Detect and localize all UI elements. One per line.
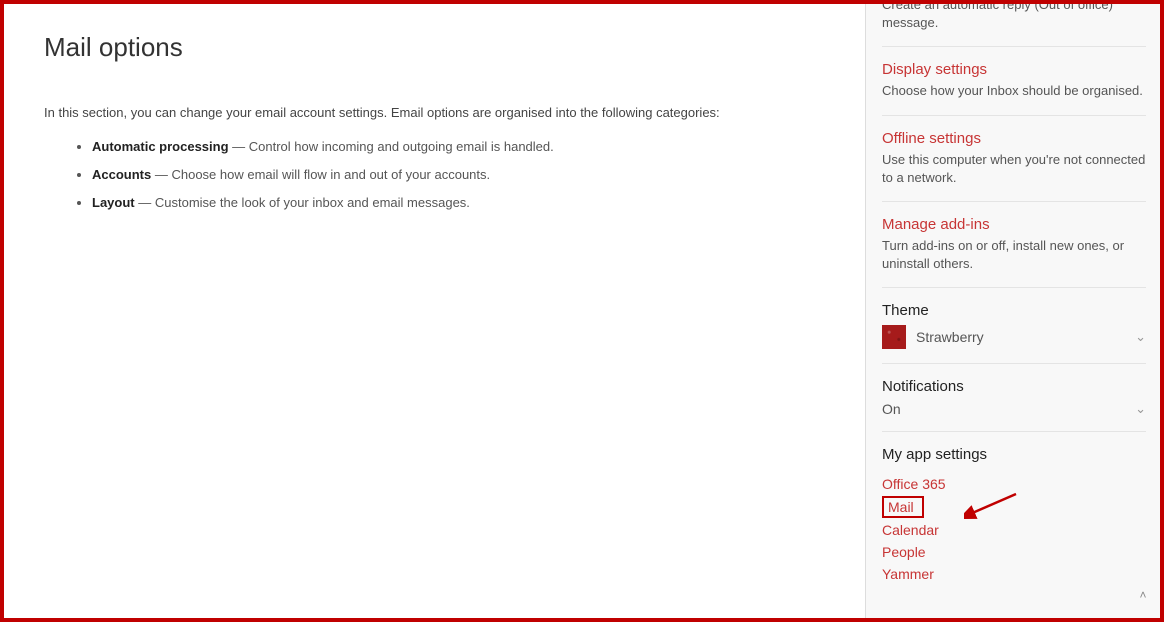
section-desc: Choose how your Inbox should be organise… — [882, 82, 1146, 100]
automatic-replies-section[interactable]: Create an automatic reply (Out of office… — [882, 4, 1146, 47]
app-link-yammer[interactable]: Yammer — [882, 563, 1146, 585]
section-desc: Create an automatic reply (Out of office… — [882, 4, 1146, 32]
theme-selector[interactable]: Strawberry ⌄ — [882, 325, 1146, 349]
scroll-up-button[interactable]: ˄ — [1132, 584, 1154, 606]
section-title[interactable]: Display settings — [882, 61, 1146, 78]
section-title[interactable]: Offline settings — [882, 130, 1146, 147]
notifications-value: On — [882, 401, 1135, 417]
option-sep: — — [151, 167, 171, 182]
chevron-up-icon: ˄ — [1139, 588, 1146, 602]
app-frame: Mail options In this section, you can ch… — [0, 0, 1164, 622]
page-title: Mail options — [44, 32, 825, 63]
offline-settings-section[interactable]: Offline settings Use this computer when … — [882, 116, 1146, 202]
app-link-calendar[interactable]: Calendar — [882, 519, 1146, 541]
option-text: Control how incoming and outgoing email … — [249, 139, 554, 154]
chevron-down-icon: ⌄ — [1135, 401, 1146, 417]
section-desc: Use this computer when you're not connec… — [882, 151, 1146, 187]
app-link-mail[interactable]: Mail — [882, 496, 924, 518]
option-text: Choose how email will flow in and out of… — [171, 167, 490, 182]
main-content: Mail options In this section, you can ch… — [4, 4, 865, 618]
settings-sidebar: Create an automatic reply (Out of office… — [865, 4, 1160, 618]
options-list: Automatic processing — Control how incom… — [44, 138, 825, 213]
app-settings-section: My app settings Office 365 Mail Calendar… — [882, 432, 1146, 599]
theme-label: Theme — [882, 302, 1146, 319]
intro-text: In this section, you can change your ema… — [44, 105, 825, 120]
app-link-office365[interactable]: Office 365 — [882, 473, 1146, 495]
app-settings-label: My app settings — [882, 446, 1146, 463]
option-sep: — — [135, 195, 155, 210]
app-link-people[interactable]: People — [882, 541, 1146, 563]
theme-value: Strawberry — [916, 329, 1125, 345]
notifications-selector[interactable]: On ⌄ — [882, 401, 1146, 417]
theme-section: Theme Strawberry ⌄ — [882, 288, 1146, 364]
list-item: Layout — Customise the look of your inbo… — [92, 194, 825, 212]
option-label: Accounts — [92, 167, 151, 182]
theme-swatch-icon — [882, 325, 906, 349]
option-sep: — — [229, 139, 249, 154]
chevron-down-icon: ⌄ — [1135, 329, 1146, 345]
list-item: Automatic processing — Control how incom… — [92, 138, 825, 156]
section-title[interactable]: Manage add-ins — [882, 216, 1146, 233]
section-desc: Turn add-ins on or off, install new ones… — [882, 237, 1146, 273]
list-item: Accounts — Choose how email will flow in… — [92, 166, 825, 184]
option-text: Customise the look of your inbox and ema… — [155, 195, 470, 210]
notifications-section: Notifications On ⌄ — [882, 364, 1146, 432]
option-label: Layout — [92, 195, 135, 210]
display-settings-section[interactable]: Display settings Choose how your Inbox s… — [882, 47, 1146, 115]
manage-addins-section[interactable]: Manage add-ins Turn add-ins on or off, i… — [882, 202, 1146, 288]
app-settings-list: Office 365 Mail Calendar People Yammer — [882, 469, 1146, 585]
notifications-label: Notifications — [882, 378, 1146, 395]
option-label: Automatic processing — [92, 139, 229, 154]
